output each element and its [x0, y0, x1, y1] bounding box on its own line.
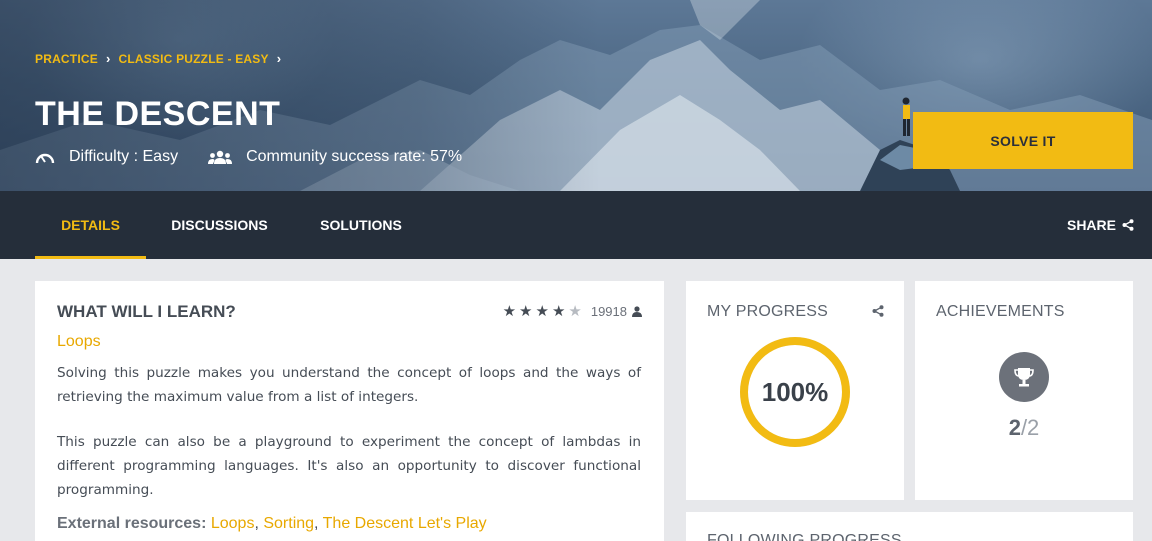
star-icon[interactable]: ★: [519, 304, 532, 319]
external-resources: External resources: Loops, Sorting, The …: [57, 515, 487, 532]
rating: ★ ★ ★ ★ ★ 19918: [503, 304, 642, 319]
following-title: FOLLOWING PROGRESS: [707, 532, 902, 541]
gauge-icon: [35, 153, 55, 164]
difficulty: Difficulty : Easy: [35, 148, 178, 166]
my-progress-card: MY PROGRESS 100%: [686, 281, 904, 500]
share-label: SHARE: [1066, 217, 1116, 233]
resources-label: External resources:: [57, 515, 207, 532]
resource-link-lets-play[interactable]: The Descent Let's Play: [323, 515, 487, 532]
breadcrumb: PRACTICE › CLASSIC PUZZLE - EASY ›: [35, 51, 281, 66]
chevron-right-icon: ›: [105, 51, 111, 66]
achievement-count: 2/2: [915, 415, 1133, 441]
topic-link-loops[interactable]: Loops: [57, 333, 101, 351]
share-button[interactable]: SHARE: [1067, 191, 1134, 259]
user-icon: [632, 306, 642, 317]
progress-percent: 100%: [761, 377, 829, 407]
achievements-title: ACHIEVEMENTS: [936, 303, 1065, 320]
resource-link-sorting[interactable]: Sorting: [263, 515, 314, 532]
trophy-badge[interactable]: [999, 352, 1049, 402]
description-paragraph: This puzzle can also be a playground to …: [57, 434, 641, 498]
progress-title: MY PROGRESS: [707, 303, 829, 320]
difficulty-text: Difficulty : Easy: [69, 148, 179, 165]
star-icon[interactable]: ★: [552, 304, 565, 319]
achievement-total: /2: [1020, 415, 1040, 440]
star-icon[interactable]: ★: [568, 304, 581, 319]
success-rate: Community success rate: 57%: [208, 148, 462, 166]
tab-discussions[interactable]: DISCUSSIONS: [146, 191, 293, 259]
page-title: THE DESCENT: [35, 95, 281, 133]
solve-it-button[interactable]: SOLVE IT: [913, 112, 1133, 169]
breadcrumb-practice[interactable]: PRACTICE: [35, 52, 98, 66]
tab-solutions[interactable]: SOLUTIONS: [293, 191, 429, 259]
chevron-right-icon: ›: [276, 51, 282, 66]
breadcrumb-classic-puzzle-easy[interactable]: CLASSIC PUZZLE - EASY: [118, 52, 268, 66]
achievements-card: ACHIEVEMENTS 2/2: [915, 281, 1133, 500]
learn-heading: WHAT WILL I LEARN?: [57, 302, 236, 321]
share-icon: [1122, 219, 1134, 231]
achievement-done: 2: [1008, 415, 1021, 440]
success-rate-text: Community success rate: 57%: [246, 148, 463, 165]
users-icon: [208, 150, 233, 164]
share-icon[interactable]: [872, 305, 884, 317]
star-icon[interactable]: ★: [535, 304, 548, 319]
tab-bar: DETAILS DISCUSSIONS SOLUTIONS SHARE: [0, 191, 1152, 259]
rating-count: 19918: [590, 304, 627, 319]
tab-details[interactable]: DETAILS: [35, 191, 146, 259]
description-paragraph: Solving this puzzle makes you understand…: [57, 365, 641, 405]
following-progress-card: FOLLOWING PROGRESS: [686, 512, 1133, 541]
puzzle-meta: Difficulty : Easy Community success rate…: [35, 148, 462, 166]
star-icon[interactable]: ★: [503, 304, 516, 319]
trophy-icon: [1014, 368, 1034, 387]
what-will-i-learn-card: WHAT WILL I LEARN? ★ ★ ★ ★ ★ 19918 Loops…: [35, 281, 664, 541]
hero-banner: PRACTICE › CLASSIC PUZZLE - EASY › THE D…: [0, 0, 1152, 191]
resource-link-loops[interactable]: Loops: [211, 515, 255, 532]
